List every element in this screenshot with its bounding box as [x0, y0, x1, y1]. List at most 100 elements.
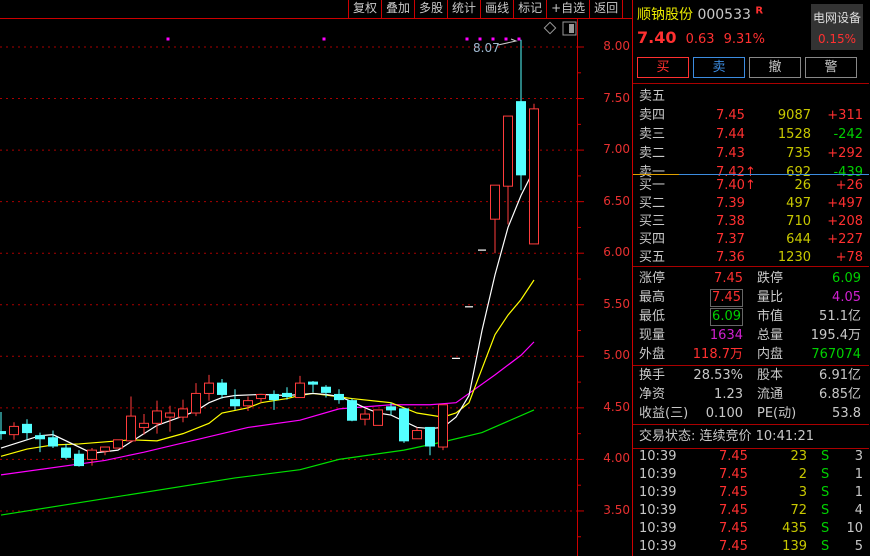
sell-button[interactable]: 卖 — [693, 57, 745, 78]
y-tick-label: 7.50 — [603, 90, 630, 105]
candle-body — [347, 400, 357, 421]
level-label: 买二 — [639, 196, 666, 211]
chart-toolbar: 复权 叠加 多股 统计 画线 标记 +自选 返回 — [348, 0, 624, 18]
tick-row: 10:39 7.45 435 S 10 — [639, 519, 863, 538]
stat-value: 767074 — [811, 347, 861, 362]
level-price: 7.39 — [716, 196, 745, 211]
statistics-button[interactable]: 统计 — [448, 0, 482, 18]
candle-body — [22, 423, 32, 434]
candle-body — [230, 399, 240, 407]
candle-body — [373, 409, 383, 426]
y-tick-label: 8.00 — [603, 39, 630, 53]
level-label: 卖二 — [639, 146, 666, 161]
overlay-button[interactable]: 叠加 — [382, 0, 416, 18]
stock-name: 顺钠股份 — [637, 7, 693, 23]
candle-body — [178, 408, 188, 418]
candle-body — [35, 435, 45, 440]
candle-body — [516, 101, 526, 176]
candle-body — [412, 430, 422, 440]
alert-button[interactable]: 警 — [805, 57, 857, 78]
signal-marker — [322, 37, 326, 41]
candle-body — [100, 446, 110, 452]
level-change: -242 — [833, 127, 863, 142]
stat-label: 总量 — [757, 328, 784, 343]
fund-value: 6.85亿 — [819, 387, 861, 402]
fuquan-button[interactable]: 复权 — [349, 0, 383, 18]
stock-code: 000533 — [697, 7, 751, 23]
level-price: 7.45 — [716, 108, 745, 123]
level-volume: 26 — [794, 178, 811, 193]
tick-time: 10:39 — [639, 539, 677, 554]
mark-button[interactable]: 标记 — [514, 0, 548, 18]
candle-body — [282, 392, 292, 398]
stat-value: 4.05 — [832, 290, 861, 305]
cancel-order-button[interactable]: 撤 — [749, 57, 801, 78]
candle-body — [191, 392, 201, 414]
candle-body — [152, 410, 162, 424]
tick-side: S — [821, 539, 830, 554]
stock-flag: R — [755, 5, 764, 17]
tick-row: 10:39 7.45 72 S 4 — [639, 501, 863, 520]
stat-label: 量比 — [757, 290, 784, 305]
multi-stock-button[interactable]: 多股 — [415, 0, 449, 18]
level-volume: 644 — [786, 232, 811, 247]
divider — [633, 266, 869, 267]
stat-value: 118.7万 — [692, 347, 743, 362]
trade-status: 交易状态: 连续竞价 10:41:21 — [639, 429, 815, 444]
candle-body — [74, 453, 84, 467]
level-label: 卖三 — [639, 127, 666, 142]
level-price: 7.36 — [716, 250, 745, 265]
high-price-label: 8.07 — [473, 41, 500, 55]
level-label: 买五 — [639, 250, 666, 265]
fund-label: PE(动) — [757, 406, 797, 421]
add-watchlist-button[interactable]: +自选 — [547, 0, 591, 18]
candle-body — [425, 426, 435, 447]
level-price: 7.38 — [716, 214, 745, 229]
candle-body — [399, 408, 409, 442]
level-change: +497 — [827, 196, 863, 211]
candle-body — [243, 400, 253, 407]
stat-label: 内盘 — [757, 347, 784, 362]
fund-value: 53.8 — [832, 406, 861, 421]
draw-line-button[interactable]: 画线 — [481, 0, 515, 18]
kline-chart[interactable]: 8.07 — [0, 0, 632, 556]
back-button[interactable]: 返回 — [590, 0, 624, 18]
stat-label: 最低 — [639, 309, 666, 324]
y-tick-label: 6.50 — [603, 193, 630, 208]
fund-label: 收益(三) — [639, 406, 689, 421]
y-tick-label: 5.00 — [603, 348, 630, 363]
tick-side: S — [821, 503, 830, 518]
level-price: 7.43 — [716, 146, 745, 161]
buy-button[interactable]: 买 — [637, 57, 689, 78]
level-label: 买一 — [639, 178, 666, 193]
level-price: 7.40↑ — [716, 178, 756, 193]
level-label: 买三 — [639, 214, 666, 229]
stat-label: 市值 — [757, 309, 784, 324]
level-change: +208 — [827, 214, 863, 229]
stat-row: 现量 1634 总量 195.4万 — [639, 326, 863, 345]
tick-count: 1 — [854, 467, 863, 482]
sector-badge[interactable]: 电网设备 0.15% — [811, 4, 863, 50]
fund-value: 0.100 — [705, 406, 743, 421]
stat-row: 外盘 118.7万 内盘 767074 — [639, 345, 863, 364]
candle-body — [139, 422, 149, 428]
price-change-pct: 9.31% — [723, 32, 765, 47]
fund-label: 股本 — [757, 368, 784, 383]
tick-price: 7.45 — [719, 521, 748, 536]
candle-body — [360, 413, 370, 420]
tick-volume: 435 — [782, 521, 807, 536]
y-tick-label: 5.50 — [603, 296, 630, 311]
tick-row: 10:39 7.45 139 S 5 — [639, 537, 863, 556]
diamond-icon — [543, 21, 557, 35]
stat-label: 外盘 — [639, 347, 666, 362]
bid-row: 买四 7.37 644 +227 — [639, 230, 863, 249]
sector-pct: 0.15% — [817, 32, 857, 46]
candle-body — [9, 425, 19, 436]
ask-row: 卖二 7.43 735 +292 — [639, 144, 863, 163]
tick-row: 10:39 7.45 23 S 3 — [639, 447, 863, 466]
tick-side: S — [821, 485, 830, 500]
bid-row: 买二 7.39 497 +497 — [639, 194, 863, 213]
divider — [633, 83, 869, 84]
tick-volume: 23 — [790, 449, 807, 464]
bid-row: 买三 7.38 710 +208 — [639, 212, 863, 231]
